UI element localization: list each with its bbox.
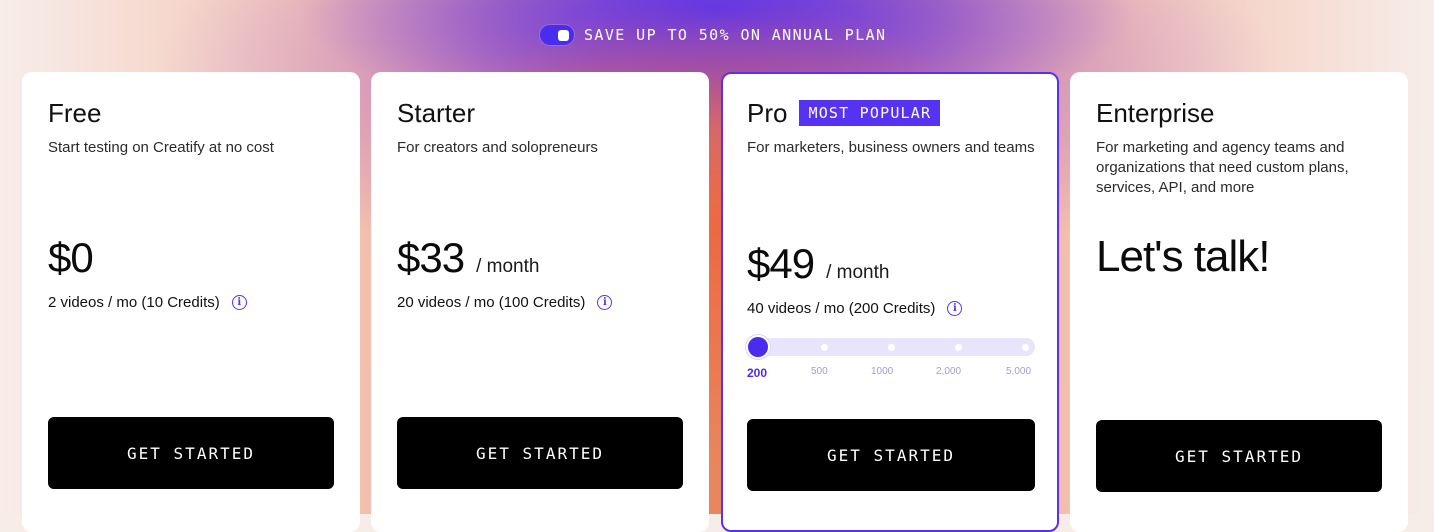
price-row: $33 / month	[397, 234, 539, 282]
plan-name: Free	[48, 97, 102, 128]
slider-label[interactable]: 5,000	[1006, 366, 1031, 377]
plan-description: Start testing on Creatify at no cost	[48, 139, 274, 156]
plan-quota: 2 videos / mo (10 Credits) i	[48, 294, 247, 311]
plan-price: $33	[397, 234, 465, 281]
plan-quota: 40 videos / mo (200 Credits) i	[747, 300, 963, 317]
plan-name: Starter	[397, 97, 476, 128]
quota-text: 2 videos / mo (10 Credits)	[48, 294, 220, 311]
price-row: $0	[48, 234, 94, 282]
credits-slider[interactable]	[746, 335, 1035, 359]
get-started-button[interactable]: GET STARTED	[397, 417, 683, 489]
price-period: / month	[476, 256, 540, 277]
plan-quota: 20 videos / mo (100 Credits) i	[397, 294, 613, 311]
toggle-knob	[558, 30, 569, 41]
promo-text: SAVE UP TO 50% ON ANNUAL PLAN	[584, 26, 887, 44]
plan-name: Enterprise	[1096, 97, 1215, 128]
plan-price: $0	[48, 234, 94, 281]
slider-step-dot[interactable]	[955, 344, 962, 351]
price-row: $49 / month	[747, 240, 889, 288]
info-icon[interactable]: i	[597, 295, 613, 310]
plan-price: $49	[747, 240, 815, 287]
plan-card-starter: Starter For creators and solopreneurs $3…	[371, 72, 709, 532]
info-icon[interactable]: i	[231, 295, 247, 310]
slider-thumb[interactable]	[746, 335, 770, 359]
plan-name: Pro	[747, 97, 788, 128]
slider-step-dot[interactable]	[888, 344, 895, 351]
get-started-button[interactable]: GET STARTED	[48, 417, 334, 489]
slider-label[interactable]: 1000	[871, 366, 893, 377]
plan-description: For creators and solopreneurs	[397, 139, 598, 156]
get-started-button[interactable]: GET STARTED	[1096, 420, 1382, 492]
slider-label[interactable]: 2,000	[936, 366, 961, 377]
price-period: / month	[826, 262, 890, 283]
slider-labels: 200 500 1000 2,000 5,000	[747, 366, 1035, 380]
plan-description: For marketers, business owners and teams	[747, 139, 1035, 156]
annual-plan-promo: SAVE UP TO 50% ON ANNUAL PLAN	[540, 22, 887, 48]
get-started-button[interactable]: GET STARTED	[747, 419, 1035, 491]
annual-billing-toggle[interactable]	[540, 25, 574, 45]
slider-step-dot[interactable]	[821, 344, 828, 351]
slider-label[interactable]: 500	[811, 366, 828, 377]
plan-card-pro: Pro MOST POPULAR For marketers, business…	[721, 72, 1059, 532]
quota-text: 40 videos / mo (200 Credits)	[747, 300, 936, 317]
most-popular-badge: MOST POPULAR	[799, 100, 941, 126]
plan-price: Let's talk!	[1096, 232, 1270, 281]
plan-card-free: Free Start testing on Creatify at no cos…	[22, 72, 360, 532]
quota-text: 20 videos / mo (100 Credits)	[397, 294, 586, 311]
plan-card-enterprise: Enterprise For marketing and agency team…	[1070, 72, 1408, 532]
slider-label[interactable]: 200	[747, 366, 767, 380]
slider-step-dot[interactable]	[1022, 344, 1029, 351]
plan-description: For marketing and agency teams and organ…	[1096, 139, 1349, 196]
info-icon[interactable]: i	[947, 301, 963, 316]
